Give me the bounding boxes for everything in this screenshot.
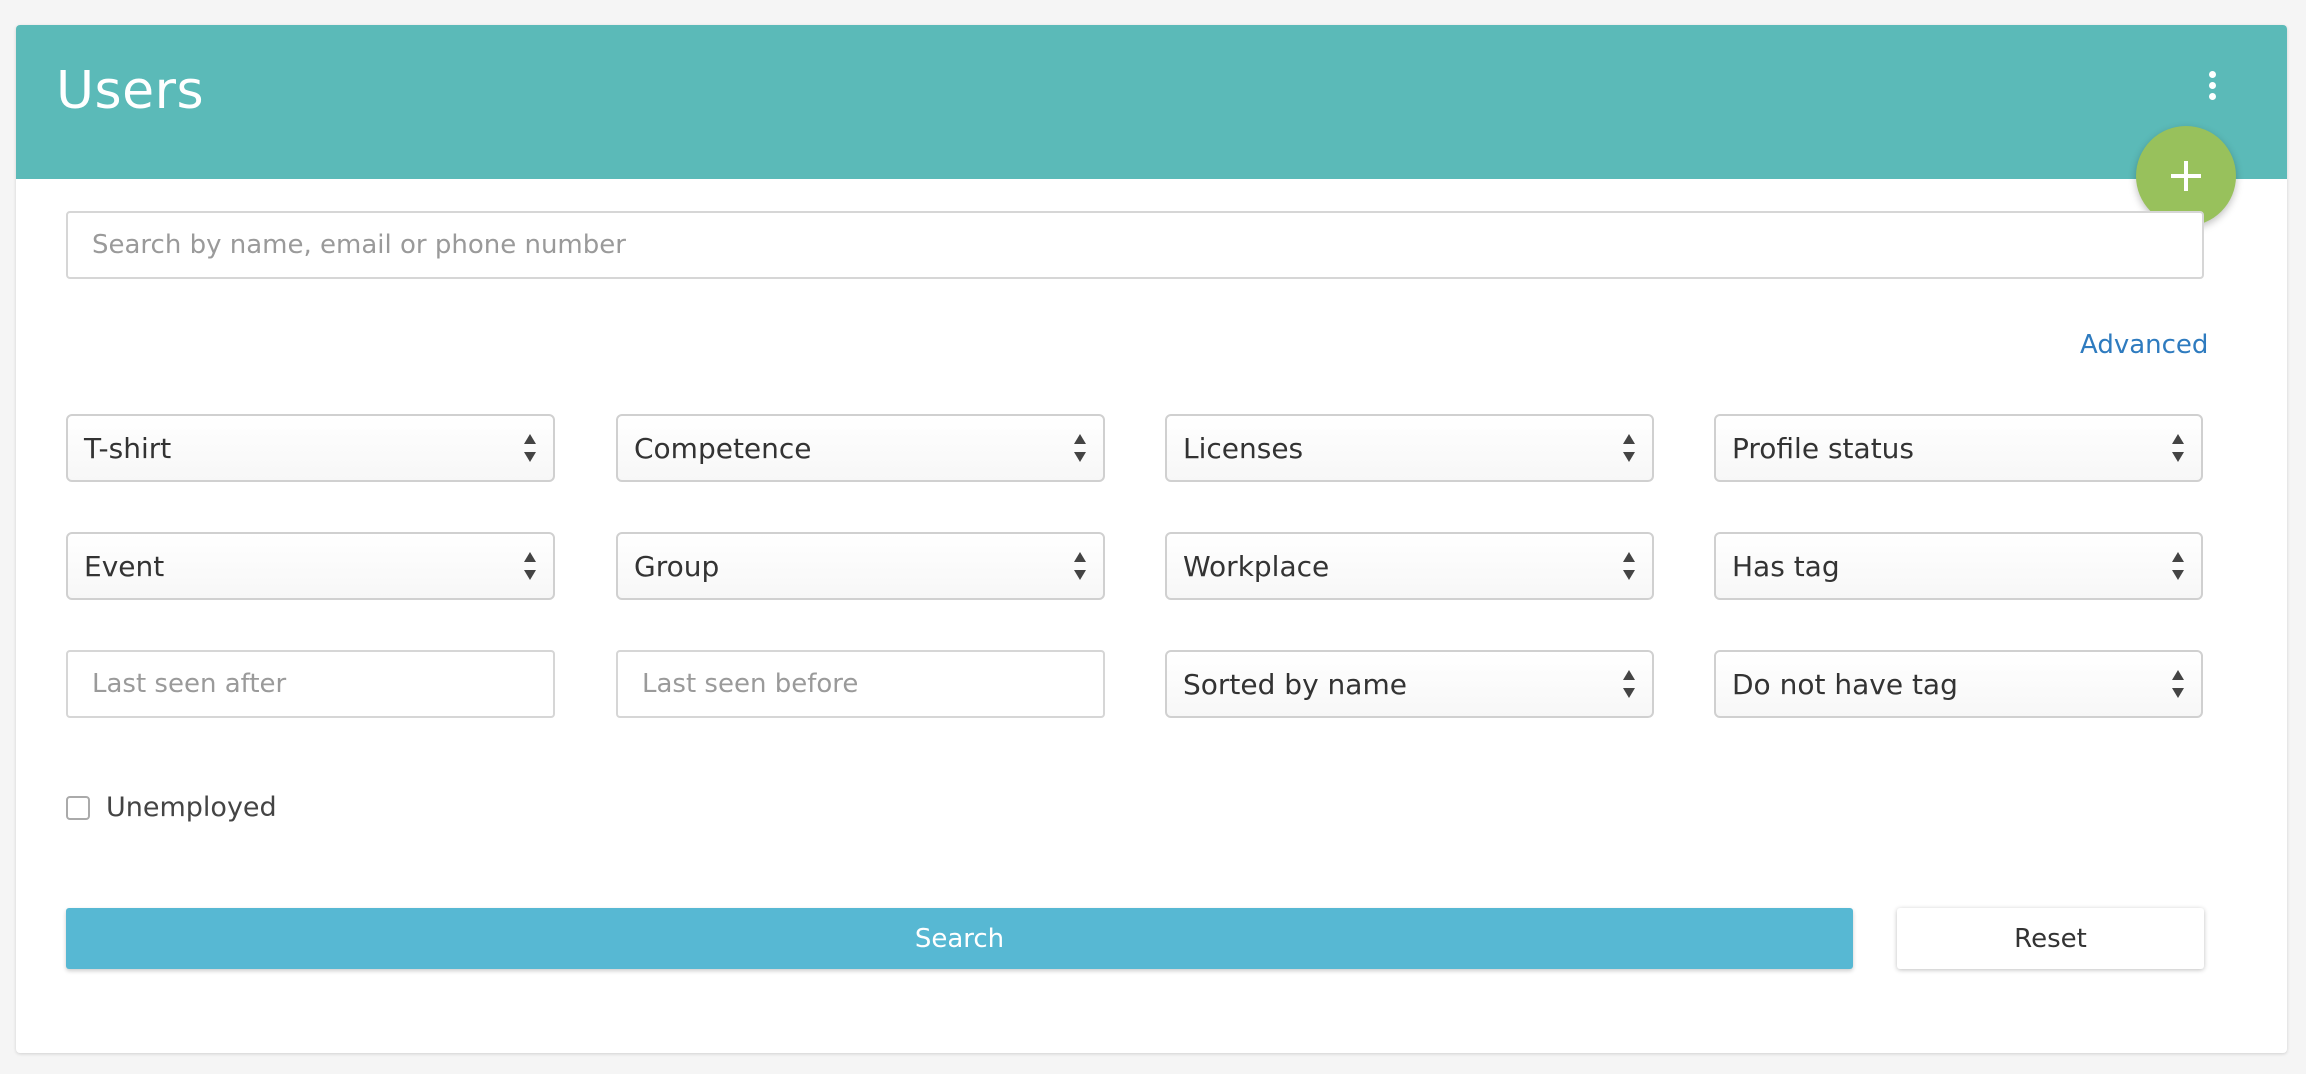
has-tag-select[interactable]: Has tag [1714,532,2203,600]
has-tag-select-label: Has tag [1732,549,1840,583]
event-select-label: Event [84,549,165,583]
select-arrows-icon [2171,552,2185,580]
workplace-select[interactable]: Workplace [1165,532,1654,600]
workplace-select-label: Workplace [1183,549,1330,583]
unemployed-checkbox-row[interactable]: Unemployed [66,792,277,823]
search-input[interactable] [66,211,2204,279]
last-seen-after-input[interactable] [66,650,555,718]
select-arrows-icon [1622,434,1636,462]
competence-select-label: Competence [634,431,812,465]
unemployed-label: Unemployed [106,792,277,823]
card-header: Users [16,25,2287,179]
profile-status-select-label: Profile status [1732,431,1914,465]
plus-icon [2171,161,2201,191]
competence-select[interactable]: Competence [616,414,1105,482]
tshirt-select-label: T-shirt [84,431,172,465]
group-select-label: Group [634,549,720,583]
select-arrows-icon [523,434,537,462]
select-arrows-icon [1073,552,1087,580]
advanced-link[interactable]: Advanced [2080,330,2208,360]
licenses-select-label: Licenses [1183,431,1304,465]
do-not-have-tag-select-label: Do not have tag [1732,667,1958,701]
do-not-have-tag-select[interactable]: Do not have tag [1714,650,2203,718]
search-button[interactable]: Search [66,908,1853,969]
select-arrows-icon [1073,434,1087,462]
more-vertical-icon[interactable] [2202,71,2222,105]
group-select[interactable]: Group [616,532,1105,600]
select-arrows-icon [2171,434,2185,462]
licenses-select[interactable]: Licenses [1165,414,1654,482]
unemployed-checkbox[interactable] [66,795,90,820]
page-title: Users [56,61,205,121]
sort-select-label: Sorted by name [1183,667,1407,701]
sort-select[interactable]: Sorted by name [1165,650,1654,718]
last-seen-before-input[interactable] [616,650,1105,718]
event-select[interactable]: Event [66,532,555,600]
reset-button[interactable]: Reset [1897,908,2204,969]
tshirt-select[interactable]: T-shirt [66,414,555,482]
select-arrows-icon [1622,670,1636,698]
profile-status-select[interactable]: Profile status [1714,414,2203,482]
select-arrows-icon [1622,552,1636,580]
select-arrows-icon [2171,670,2185,698]
select-arrows-icon [523,552,537,580]
